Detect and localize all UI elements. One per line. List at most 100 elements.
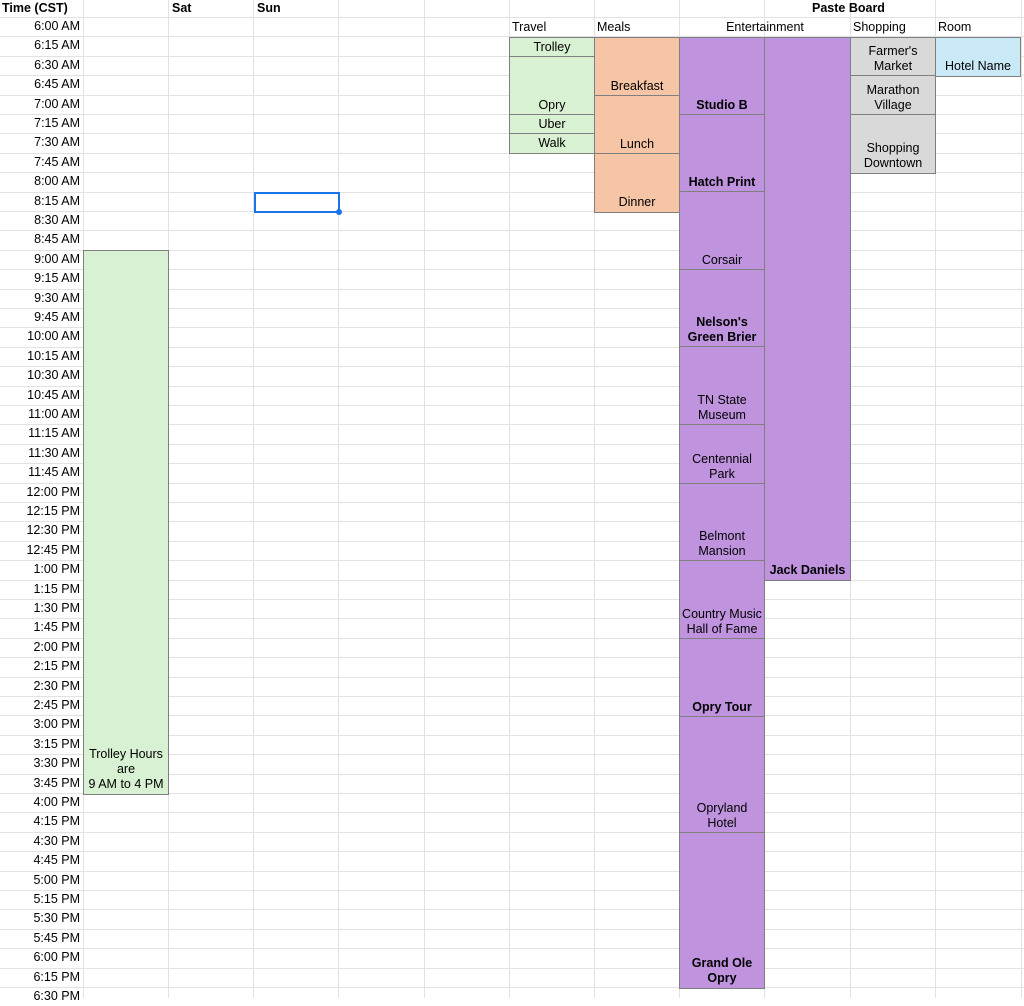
opry-tour-label: Opry Tour	[692, 700, 752, 714]
trolley-hours-block[interactable]: Trolley Hours are 9 AM to 4 PM	[83, 250, 169, 795]
time-cell[interactable]: 4:15 PM	[0, 812, 80, 831]
time-cell[interactable]: 1:45 PM	[0, 618, 80, 637]
entertainment-nelsons-green-brier[interactable]: Nelson's Green Brier	[679, 269, 765, 348]
time-cell[interactable]: 5:45 PM	[0, 929, 80, 948]
time-cell[interactable]: 1:15 PM	[0, 580, 80, 599]
time-cell[interactable]: 9:00 AM	[0, 250, 80, 269]
entertainment-belmont-mansion[interactable]: Belmont Mansion	[679, 483, 765, 562]
time-cell[interactable]: 4:45 PM	[0, 851, 80, 870]
shopping-header[interactable]: Shopping	[853, 18, 906, 37]
entertainment-country-music-hall-of-fame[interactable]: Country Music Hall of Fame	[679, 560, 765, 640]
entertainment-grand-ole-opry[interactable]: Grand Ole Opry	[679, 832, 765, 989]
time-cell[interactable]: 4:30 PM	[0, 832, 80, 851]
travel-uber[interactable]: Uber	[509, 114, 595, 135]
time-cell[interactable]: 11:45 AM	[0, 463, 80, 482]
room-header[interactable]: Room	[938, 18, 971, 37]
time-cell[interactable]: 6:15 AM	[0, 36, 80, 55]
time-cell[interactable]: 10:45 AM	[0, 386, 80, 405]
time-cell[interactable]: 2:45 PM	[0, 696, 80, 715]
meal-lunch[interactable]: Lunch	[594, 95, 680, 155]
time-cell[interactable]: 7:15 AM	[0, 114, 80, 133]
time-cell[interactable]: 5:15 PM	[0, 890, 80, 909]
column-gridline	[338, 0, 339, 998]
time-cell[interactable]: 2:30 PM	[0, 677, 80, 696]
time-cell[interactable]: 6:45 AM	[0, 75, 80, 94]
time-cell[interactable]: 1:00 PM	[0, 560, 80, 579]
time-cell[interactable]: 6:00 AM	[0, 17, 80, 36]
opryland-hotel-label: Opryland Hotel	[696, 801, 748, 830]
travel-header[interactable]: Travel	[512, 18, 546, 37]
entertainment-opry-tour[interactable]: Opry Tour	[679, 638, 765, 718]
entertainment-studio-b[interactable]: Studio B	[679, 37, 765, 116]
time-cell[interactable]: 8:30 AM	[0, 211, 80, 230]
meal-breakfast[interactable]: Breakfast	[594, 37, 680, 97]
sat-column-header[interactable]: Sat	[172, 0, 191, 18]
time-cell[interactable]: 10:00 AM	[0, 327, 80, 346]
time-cell[interactable]: 8:45 AM	[0, 230, 80, 249]
time-cell[interactable]: 10:30 AM	[0, 366, 80, 385]
row-gridline	[0, 851, 1024, 852]
shopping-marathon-village[interactable]: Marathon Village	[850, 75, 936, 116]
time-cell[interactable]: 6:15 PM	[0, 968, 80, 987]
time-cell[interactable]: 3:45 PM	[0, 774, 80, 793]
meal-breakfast-label: Breakfast	[610, 79, 664, 93]
belmont-mansion-label: Belmont Mansion	[698, 529, 746, 558]
time-cell[interactable]: 11:15 AM	[0, 424, 80, 443]
meal-dinner[interactable]: Dinner	[594, 153, 680, 213]
time-cell[interactable]: 7:00 AM	[0, 95, 80, 114]
time-cell[interactable]: 6:30 AM	[0, 56, 80, 75]
time-cell[interactable]: 12:30 PM	[0, 521, 80, 540]
time-cell[interactable]: 2:15 PM	[0, 657, 80, 676]
travel-trolley-label: Trolley	[533, 40, 571, 54]
time-cell[interactable]: 2:00 PM	[0, 638, 80, 657]
travel-walk[interactable]: Walk	[509, 133, 595, 154]
row-gridline	[0, 948, 1024, 949]
time-cell[interactable]: 9:15 AM	[0, 269, 80, 288]
time-cell[interactable]: 12:45 PM	[0, 541, 80, 560]
time-cell[interactable]: 9:45 AM	[0, 308, 80, 327]
entertainment-centennial-park[interactable]: Centennial Park	[679, 424, 765, 485]
room-hotel-name[interactable]: Hotel Name	[935, 37, 1021, 77]
time-cell[interactable]: 12:15 PM	[0, 502, 80, 521]
time-column-header[interactable]: Time (CST)	[2, 0, 68, 18]
row-gridline	[0, 929, 1024, 930]
shopping-downtown[interactable]: Shopping Downtown	[850, 114, 936, 174]
time-cell[interactable]: 8:00 AM	[0, 172, 80, 191]
time-cell[interactable]: 3:30 PM	[0, 754, 80, 773]
entertainment-jack-daniels[interactable]: Jack Daniels	[764, 37, 851, 581]
time-cell[interactable]: 6:00 PM	[0, 948, 80, 967]
fill-handle[interactable]	[336, 209, 342, 215]
time-cell[interactable]: 8:15 AM	[0, 192, 80, 211]
shopping-farmers-market[interactable]: Farmer's Market	[850, 37, 936, 77]
column-gridline	[253, 0, 254, 998]
time-cell[interactable]: 5:00 PM	[0, 871, 80, 890]
row-gridline	[0, 987, 1024, 988]
time-cell[interactable]: 6:30 PM	[0, 987, 80, 1006]
time-cell[interactable]: 11:00 AM	[0, 405, 80, 424]
time-cell[interactable]: 4:00 PM	[0, 793, 80, 812]
meals-header[interactable]: Meals	[597, 18, 630, 37]
entertainment-tn-state-museum[interactable]: TN State Museum	[679, 346, 765, 426]
time-cell[interactable]: 10:15 AM	[0, 347, 80, 366]
time-cell[interactable]: 7:45 AM	[0, 153, 80, 172]
shopping-downtown-label: Shopping Downtown	[863, 141, 923, 170]
time-cell[interactable]: 7:30 AM	[0, 133, 80, 152]
entertainment-corsair[interactable]: Corsair	[679, 191, 765, 271]
time-cell[interactable]: 12:00 PM	[0, 483, 80, 502]
time-cell[interactable]: 3:15 PM	[0, 735, 80, 754]
selected-cell[interactable]	[254, 192, 340, 213]
entertainment-hatch-print[interactable]: Hatch Print	[679, 114, 765, 193]
time-cell[interactable]: 1:30 PM	[0, 599, 80, 618]
paste-board-header[interactable]: Paste Board	[812, 0, 885, 18]
time-cell[interactable]: 5:30 PM	[0, 909, 80, 928]
entertainment-opryland-hotel[interactable]: Opryland Hotel	[679, 716, 765, 834]
sun-column-header[interactable]: Sun	[257, 0, 281, 18]
travel-trolley[interactable]: Trolley	[509, 37, 595, 58]
row-gridline	[0, 890, 1024, 891]
time-cell[interactable]: 3:00 PM	[0, 715, 80, 734]
studio-b-label: Studio B	[696, 98, 748, 112]
time-cell[interactable]: 9:30 AM	[0, 289, 80, 308]
entertainment-header[interactable]: Entertainment	[680, 18, 850, 37]
travel-opry[interactable]: Opry	[509, 56, 595, 116]
time-cell[interactable]: 11:30 AM	[0, 444, 80, 463]
